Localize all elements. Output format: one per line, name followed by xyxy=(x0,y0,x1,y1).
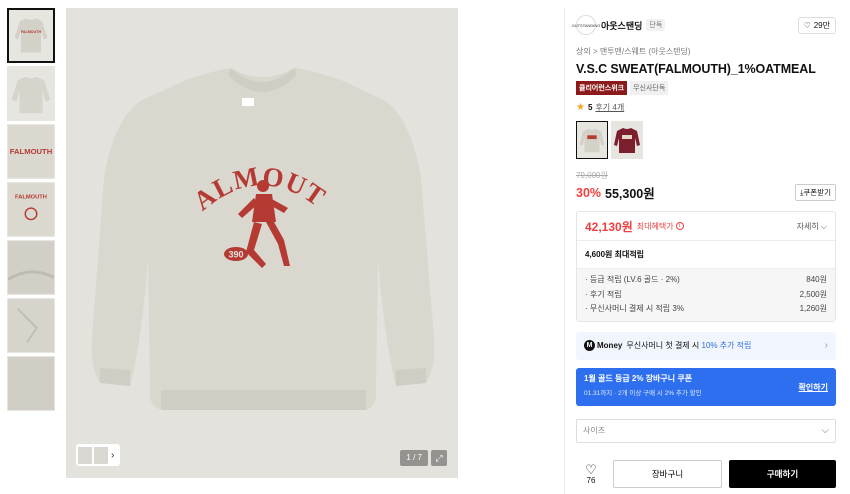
svg-text:FALMOUTH: FALMOUTH xyxy=(10,147,53,156)
info-icon[interactable]: i xyxy=(675,222,684,230)
points-row: · 등급 적립 (LV.6 골드 · 2%) 840원 xyxy=(585,273,827,288)
original-price: 79,000원 xyxy=(576,171,608,180)
brand-like-count: 29만 xyxy=(813,20,830,30)
price-row: 30% 55,300원 ⤓쿠폰받기 xyxy=(576,183,836,202)
money-accent: 10% 추가 적립 xyxy=(701,341,752,350)
coupon-banner[interactable]: 1월 골드 등급 2% 장바구니 쿠폰 01.31까지 · 2개 이상 구매 시… xyxy=(576,367,836,406)
benefit-header[interactable]: 42,130원 최대혜택가 i 자세히 ⌵ xyxy=(577,212,835,241)
points-value: 1,260원 xyxy=(799,304,827,313)
best-price-label: 최대혜택가 xyxy=(636,221,674,231)
points-row: · 무신사머니 결제 시 적립 3% 1,260원 xyxy=(585,302,827,317)
product-info-panel: OUTSTANDING 아웃스탠딩 단독 ♡ 29만 상의 > 맨투맨/스웨트 … xyxy=(564,8,850,494)
badge-row: 클리어런스위크 무신사단독 xyxy=(576,81,836,95)
thumbnail-2[interactable] xyxy=(7,66,55,121)
svg-text:390: 390 xyxy=(228,250,243,260)
points-label: · 후기 적립 xyxy=(585,289,622,299)
action-row: ♡ 76 장바구니 구매하기 xyxy=(576,460,836,488)
size-select[interactable]: 사이즈 ⌵ xyxy=(576,418,836,443)
review-link[interactable]: 후기 4개 xyxy=(595,102,624,113)
brand-tag: 단독 xyxy=(646,19,666,31)
thumbnail-list: FALMOUTH FALMOUTH FALMOUTH xyxy=(7,8,55,414)
thumbnail-4[interactable]: FALMOUTH xyxy=(7,182,55,237)
heart-icon: ♡ xyxy=(803,20,811,30)
points-label: · 등급 적립 (LV.6 골드 · 2%) xyxy=(585,275,680,284)
money-banner[interactable]: M Money 무신사머니 첫 결제 시 10% 추가 적립 › xyxy=(576,331,836,360)
money-text: 무신사머니 첫 결제 시 xyxy=(626,341,700,350)
swatch-oatmeal[interactable] xyxy=(576,121,608,159)
thumbnail-6[interactable] xyxy=(7,298,55,353)
chevron-right-icon: › xyxy=(824,340,828,351)
coupon-subtitle: 01.31까지 · 2개 이상 구매 시 2% 추가 할인 xyxy=(584,389,702,397)
image-counter: 1 / 7 xyxy=(400,450,428,466)
color-swatches xyxy=(576,121,836,159)
buy-now-button[interactable]: 구매하기 xyxy=(729,460,836,488)
points-total: 4,600원 최대적립 xyxy=(577,241,835,269)
thumbnail-5[interactable] xyxy=(7,240,55,295)
clearance-badge: 클리어런스위크 xyxy=(576,81,628,95)
thumbnail-3[interactable]: FALMOUTH xyxy=(7,124,55,179)
thumbnail-1[interactable]: FALMOUTH xyxy=(7,8,55,63)
points-list: · 등급 적립 (LV.6 골드 · 2%) 840원 · 후기 적립 2,50… xyxy=(577,269,835,321)
sweatshirt-photo: FALMOUTH 390 xyxy=(66,8,458,478)
exclusive-badge: 무신사단독 xyxy=(630,81,669,95)
breadcrumb[interactable]: 상의 > 맨투맨/스웨트 (아웃스탠딩) xyxy=(576,46,836,57)
brand-logo[interactable]: OUTSTANDING xyxy=(572,15,600,35)
points-value: 840원 xyxy=(806,275,827,284)
sale-price: 55,300원 xyxy=(605,187,655,201)
brand-name[interactable]: 아웃스탠딩 xyxy=(601,19,642,32)
product-title: V.S.C SWEAT(FALMOUTH)_1%OATMEAL xyxy=(576,62,816,76)
heart-icon: ♡ xyxy=(585,462,597,477)
svg-text:FALMOUTH: FALMOUTH xyxy=(21,30,42,34)
mini-thumbnail-strip[interactable]: › xyxy=(76,444,120,466)
get-coupon-button[interactable]: ⤓쿠폰받기 xyxy=(795,184,836,201)
benefit-box: 42,130원 최대혜택가 i 자세히 ⌵ 4,600원 최대적립 · 등급 적… xyxy=(576,211,836,322)
expand-icon[interactable]: ⤢ xyxy=(431,450,447,466)
main-product-image[interactable]: FALMOUTH 390 › 1 / 7 ⤢ xyxy=(66,8,458,478)
rating-row: ★ 5 후기 4개 xyxy=(576,102,836,113)
rating-value: 5 xyxy=(587,103,593,112)
brand-row: OUTSTANDING 아웃스탠딩 단독 ♡ 29만 xyxy=(572,8,836,42)
mini-thumb xyxy=(94,446,108,464)
size-placeholder: 사이즈 xyxy=(583,426,606,435)
coupon-title: 1월 골드 등급 2% 장바구니 쿠폰 xyxy=(584,373,693,383)
mini-thumb xyxy=(78,446,92,464)
chevron-right-icon: › xyxy=(111,449,115,461)
points-row: · 후기 적립 2,500원 xyxy=(585,288,827,303)
add-to-cart-button[interactable]: 장바구니 xyxy=(613,460,722,488)
thumbnail-7[interactable] xyxy=(7,356,55,411)
detail-toggle[interactable]: 자세히 ⌵ xyxy=(797,221,827,232)
coupon-confirm-link[interactable]: 확인하기 xyxy=(799,382,828,393)
swatch-burgundy[interactable] xyxy=(611,121,643,159)
points-value: 2,500원 xyxy=(799,289,827,299)
like-button[interactable]: ♡ 76 xyxy=(576,463,606,485)
chevron-down-icon: ⌵ xyxy=(821,425,829,436)
brand-like-button[interactable]: ♡ 29만 xyxy=(797,16,836,34)
best-price: 42,130원 xyxy=(585,219,633,234)
money-logo-icon: M xyxy=(584,340,595,351)
svg-text:FALMOUTH: FALMOUTH xyxy=(15,194,47,200)
discount-rate: 30% xyxy=(576,185,602,200)
star-icon: ★ xyxy=(576,102,585,113)
points-label: · 무신사머니 결제 시 적립 3% xyxy=(585,304,684,313)
money-brand: Money xyxy=(597,341,623,350)
like-count: 76 xyxy=(586,476,596,485)
